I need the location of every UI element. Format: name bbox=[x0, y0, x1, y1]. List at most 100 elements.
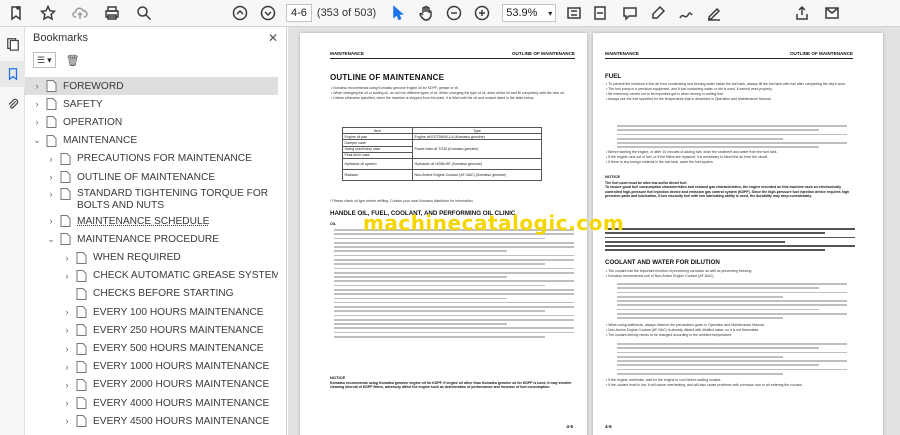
section-bullets: • Komatsu recommends using Komatsu genui… bbox=[330, 86, 575, 101]
expand-arrow-icon[interactable]: › bbox=[31, 99, 43, 109]
bookmark-every-4000-hours[interactable]: › EVERY 4000 HOURS MAINTENANCE bbox=[25, 394, 278, 412]
comment-icon[interactable] bbox=[618, 1, 642, 25]
expand-arrow-icon[interactable]: › bbox=[45, 154, 57, 164]
fit-page-icon[interactable] bbox=[562, 1, 586, 25]
bookmark-page-icon bbox=[46, 98, 58, 111]
bullet-text: • Unless otherwise specified, when the m… bbox=[331, 95, 535, 100]
star-icon[interactable] bbox=[36, 1, 60, 25]
fuel-bullets-2: • Before starting the engine, or after 1… bbox=[605, 150, 855, 165]
page-header-left: MAINTENANCE bbox=[605, 51, 639, 56]
scroll-mode-icon[interactable] bbox=[588, 1, 612, 25]
expand-arrow-icon[interactable]: › bbox=[31, 117, 43, 127]
page-thumbnails-icon[interactable] bbox=[0, 31, 25, 57]
expand-arrow-icon[interactable]: › bbox=[61, 398, 73, 408]
bookmark-label: EVERY 1000 HOURS MAINTENANCE bbox=[93, 361, 270, 373]
search-icon[interactable] bbox=[132, 1, 156, 25]
attachments-icon[interactable] bbox=[0, 91, 25, 117]
sign-icon[interactable] bbox=[702, 1, 726, 25]
bookmark-delete-icon[interactable]: 🗑 bbox=[66, 54, 80, 67]
bookmark-safety[interactable]: › SAFETY bbox=[25, 95, 278, 113]
coolant-bullets-2: • When using antifreeze, always observe … bbox=[605, 323, 855, 338]
bookmark-label: PRECAUTIONS FOR MAINTENANCE bbox=[77, 153, 252, 165]
body-text-lines bbox=[617, 125, 847, 151]
table-note: * Please check oil type before refilling… bbox=[330, 199, 474, 203]
bookmark-every-100-hours[interactable]: › EVERY 100 HOURS MAINTENANCE bbox=[25, 303, 278, 321]
bullet-text: • The coolant density needs to be change… bbox=[606, 332, 733, 337]
list-options-icon: ☰ bbox=[37, 54, 46, 65]
expand-arrow-icon[interactable]: › bbox=[61, 307, 73, 317]
bullet-text: • Komatsu recommends use of Non-Amine En… bbox=[606, 273, 715, 278]
bookmark-check-automatic-grease-system[interactable]: › CHECK AUTOMATIC GREASE SYSTEM bbox=[25, 267, 278, 285]
bookmark-every-2000-hours[interactable]: › EVERY 2000 HOURS MAINTENANCE bbox=[25, 376, 278, 394]
share-icon[interactable] bbox=[790, 1, 814, 25]
select-cursor-icon[interactable] bbox=[386, 1, 410, 25]
bookmark-every-250-hours[interactable]: › EVERY 250 HOURS MAINTENANCE bbox=[25, 321, 278, 339]
expand-arrow-icon[interactable]: › bbox=[61, 325, 73, 335]
expand-arrow-icon[interactable]: › bbox=[61, 416, 73, 426]
expand-arrow-icon[interactable]: › bbox=[45, 172, 57, 182]
bookmarks-panel-header: Bookmarks ✕ bbox=[25, 27, 286, 49]
zoom-level-select[interactable]: 53.9% ▾ bbox=[502, 4, 557, 22]
bookmark-outline-of-maintenance[interactable]: › OUTLINE OF MAINTENANCE bbox=[25, 168, 278, 186]
bookmark-label: EVERY 4000 HOURS MAINTENANCE bbox=[93, 397, 270, 409]
page-number-value: 4-6 bbox=[291, 7, 307, 19]
page-up-icon[interactable] bbox=[228, 1, 252, 25]
cloud-upload-icon[interactable] bbox=[68, 1, 92, 25]
coolant-bullets-3: • If the engine overheats, wait for the … bbox=[605, 378, 855, 388]
bullet-text: • The fuel pump is a precision equipment… bbox=[606, 86, 773, 91]
draw-icon[interactable] bbox=[674, 1, 698, 25]
bookmark-maintenance[interactable]: ⌄ MAINTENANCE bbox=[25, 132, 278, 150]
bookmarks-panel-icon[interactable] bbox=[0, 61, 25, 87]
expand-arrow-icon[interactable]: › bbox=[45, 216, 57, 226]
bookmark-every-500-hours[interactable]: › EVERY 500 HOURS MAINTENANCE bbox=[25, 339, 278, 357]
page-down-icon[interactable] bbox=[256, 1, 280, 25]
bookmark-page-icon bbox=[46, 116, 58, 129]
bullet-text: • The coolant has the important function… bbox=[606, 269, 753, 273]
table-cell: Non-Amine Engine Coolant (AF-NAC) (Komat… bbox=[412, 168, 542, 181]
bullet-text: • Always use the fuel specified for the … bbox=[606, 96, 772, 101]
print-icon[interactable] bbox=[100, 1, 124, 25]
page-number: 4-6 bbox=[605, 424, 612, 429]
collapse-arrow-icon[interactable]: ⌄ bbox=[45, 234, 57, 245]
chevron-down-icon: ▾ bbox=[548, 8, 553, 18]
zoom-out-icon[interactable] bbox=[442, 1, 466, 25]
expand-arrow-icon[interactable]: › bbox=[61, 253, 73, 263]
expand-arrow-icon[interactable]: › bbox=[45, 188, 57, 200]
bookmark-options-button[interactable]: ☰ ▾ bbox=[33, 52, 56, 68]
expand-arrow-icon[interactable]: › bbox=[61, 362, 73, 372]
email-icon[interactable] bbox=[820, 1, 844, 25]
bookmark-page-icon bbox=[46, 80, 58, 93]
expand-arrow-icon[interactable]: › bbox=[61, 271, 73, 281]
collapse-arrow-icon[interactable]: ⌄ bbox=[31, 135, 43, 146]
bookmark-add-icon[interactable] bbox=[4, 1, 28, 25]
bookmark-precautions-for-maintenance[interactable]: › PRECAUTIONS FOR MAINTENANCE bbox=[25, 150, 278, 168]
page-number-input[interactable]: 4-6 bbox=[286, 4, 312, 22]
hand-tool-icon[interactable] bbox=[414, 1, 438, 25]
bullet-text: • If the coolant level is low, it will c… bbox=[606, 382, 803, 387]
bookmark-checks-before-starting[interactable]: CHECKS BEFORE STARTING bbox=[25, 285, 278, 303]
bullet-text: • Before starting the engine, or after 1… bbox=[606, 150, 778, 154]
close-icon[interactable]: ✕ bbox=[268, 31, 278, 45]
expand-arrow-icon[interactable]: › bbox=[31, 81, 43, 91]
bookmark-maintenance-schedule[interactable]: › MAINTENANCE SCHEDULE bbox=[25, 212, 278, 230]
bullet-text: • If there is any foreign material in th… bbox=[606, 159, 714, 164]
expand-arrow-icon[interactable]: › bbox=[61, 344, 73, 354]
zoom-in-icon[interactable] bbox=[470, 1, 494, 25]
bookmark-foreword[interactable]: › FOREWORD bbox=[25, 77, 278, 96]
bookmark-label: WHEN REQUIRED bbox=[93, 252, 181, 264]
bookmark-operation[interactable]: › OPERATION bbox=[25, 113, 278, 131]
highlight-pen-icon[interactable] bbox=[646, 1, 670, 25]
bookmark-every-4500-hours[interactable]: › EVERY 4500 HOURS MAINTENANCE bbox=[25, 412, 278, 430]
section-title: OUTLINE OF MAINTENANCE bbox=[330, 73, 445, 82]
bullet-text: • Komatsu recommends using Komatsu genui… bbox=[331, 86, 459, 90]
bookmark-label: EVERY 250 HOURS MAINTENANCE bbox=[93, 324, 264, 336]
bookmark-when-required[interactable]: › WHEN REQUIRED bbox=[25, 249, 278, 267]
table-cell: Power train oil TO30 (Komatsu genuine) bbox=[412, 139, 542, 159]
page-number: 4-5 bbox=[566, 424, 573, 429]
body-text-lines bbox=[617, 343, 847, 377]
bookmark-standard-tightening-torque[interactable]: › STANDARD TIGHTENING TORQUE FOR BOLTS A… bbox=[25, 186, 278, 212]
bookmark-every-1000-hours[interactable]: › EVERY 1000 HOURS MAINTENANCE bbox=[25, 358, 278, 376]
expand-arrow-icon[interactable]: › bbox=[61, 380, 73, 390]
bookmarks-panel-title: Bookmarks bbox=[33, 32, 89, 44]
bookmark-maintenance-procedure[interactable]: ⌄ MAINTENANCE PROCEDURE bbox=[25, 230, 278, 248]
